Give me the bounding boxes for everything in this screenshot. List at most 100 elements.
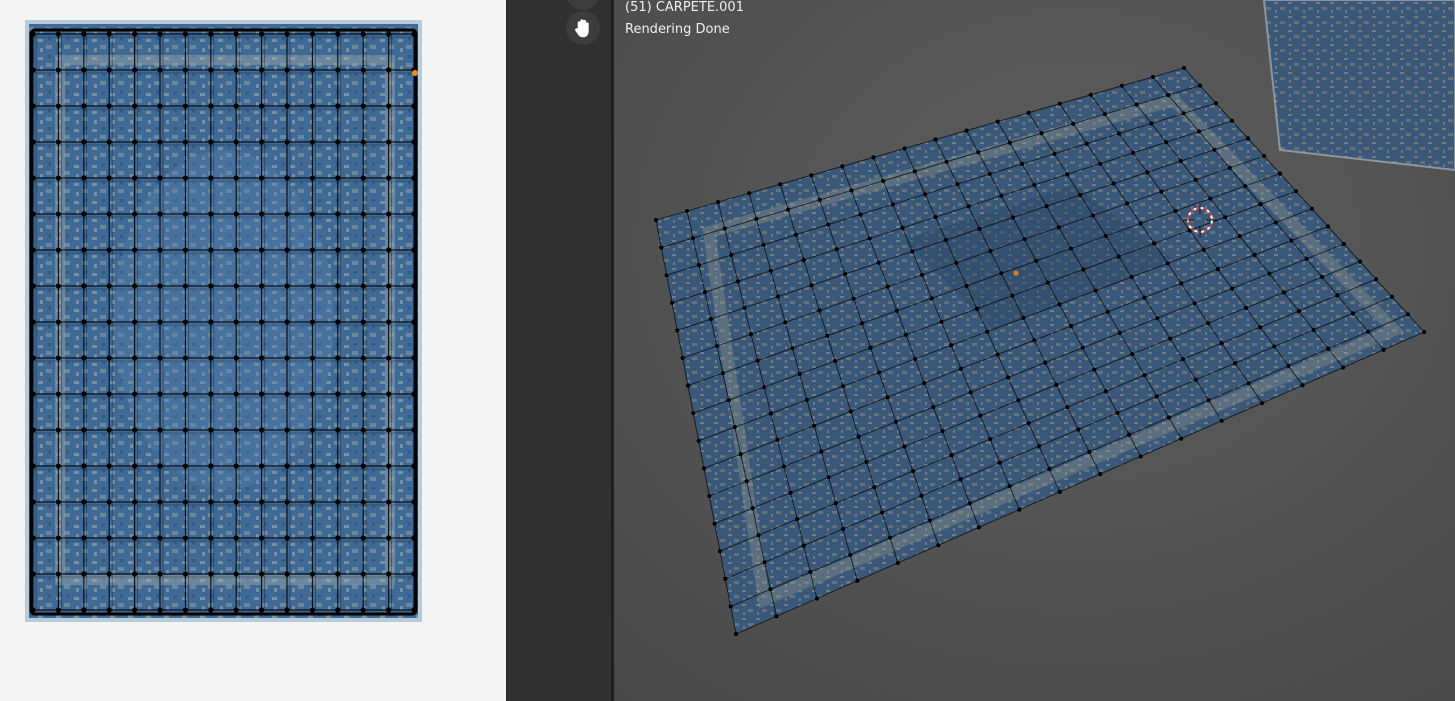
uv-vertex[interactable]	[55, 247, 62, 253]
uv-vertex[interactable]	[284, 319, 290, 325]
mesh-vertex[interactable]	[895, 560, 900, 566]
uv-vertex[interactable]	[259, 31, 265, 37]
uv-vertex[interactable]	[259, 607, 265, 613]
mesh-vertex[interactable]	[1227, 165, 1232, 170]
uv-vertex[interactable]	[233, 175, 239, 181]
mesh-vertex[interactable]	[742, 305, 747, 310]
uv-vertex[interactable]	[360, 571, 366, 577]
uv-vertex[interactable]	[157, 607, 163, 613]
mesh-vertex[interactable]	[675, 328, 680, 333]
mesh-vertex[interactable]	[1138, 221, 1143, 226]
uv-vertex[interactable]	[309, 283, 315, 289]
uv-vertex[interactable]	[106, 607, 112, 613]
uv-vertex[interactable]	[233, 535, 239, 541]
mesh-vertex[interactable]	[1267, 271, 1272, 276]
uv-vertex[interactable]	[259, 319, 265, 325]
mesh-vertex[interactable]	[1273, 220, 1279, 225]
mesh-vertex[interactable]	[680, 355, 685, 361]
mesh-vertex[interactable]	[1071, 121, 1076, 126]
mesh-vertex[interactable]	[691, 411, 696, 416]
mesh-vertex[interactable]	[840, 526, 846, 532]
mesh-vertex[interactable]	[864, 459, 869, 465]
mesh-vertex[interactable]	[910, 249, 915, 254]
mesh-vertex[interactable]	[1300, 383, 1305, 388]
uv-vertex[interactable]	[132, 175, 138, 181]
uv-vertex[interactable]	[360, 499, 366, 505]
mesh-vertex[interactable]	[1335, 293, 1340, 298]
mesh-vertex[interactable]	[1039, 131, 1044, 136]
mesh-vertex[interactable]	[781, 464, 787, 469]
mesh-vertex[interactable]	[1047, 466, 1052, 472]
mesh-vertex[interactable]	[1366, 329, 1371, 334]
uv-vertex[interactable]	[360, 283, 366, 289]
mesh-vertex[interactable]	[804, 397, 810, 402]
mesh-vertex[interactable]	[933, 137, 938, 142]
mesh-vertex[interactable]	[880, 510, 885, 515]
uv-vertex[interactable]	[360, 103, 366, 109]
uv-vertex[interactable]	[259, 211, 265, 217]
uv-vertex[interactable]	[55, 31, 62, 37]
uv-vertex[interactable]	[30, 463, 36, 469]
uv-vertex[interactable]	[182, 175, 188, 181]
uv-vertex[interactable]	[259, 391, 265, 397]
uv-vertex[interactable]	[411, 391, 417, 397]
uv-vertex[interactable]	[284, 103, 290, 109]
uv-vertex[interactable]	[157, 139, 163, 145]
mesh-vertex[interactable]	[783, 320, 788, 325]
uv-vertex[interactable]	[182, 607, 188, 613]
uv-vertex[interactable]	[30, 283, 36, 289]
mesh-vertex[interactable]	[722, 226, 727, 231]
mesh-vertex[interactable]	[893, 419, 899, 424]
mesh-vertex[interactable]	[988, 248, 993, 254]
uv-vertex[interactable]	[309, 31, 315, 37]
mesh-vertex[interactable]	[1197, 83, 1203, 88]
uv-vertex[interactable]	[360, 139, 366, 145]
uv-vertex[interactable]	[208, 139, 214, 145]
mesh-vertex[interactable]	[1246, 381, 1251, 386]
uv-vertex[interactable]	[208, 571, 214, 577]
mesh-vertex[interactable]	[1272, 344, 1277, 349]
mesh-vertex[interactable]	[902, 146, 907, 151]
uv-vertex[interactable]	[208, 535, 214, 541]
mesh-vertex[interactable]	[1036, 443, 1042, 449]
mesh-vertex[interactable]	[1032, 338, 1037, 343]
uv-vertex[interactable]	[284, 463, 290, 469]
uv-vertex[interactable]	[284, 571, 290, 577]
uv-vertex[interactable]	[233, 391, 239, 397]
mesh-vertex[interactable]	[750, 506, 755, 511]
mesh-vertex[interactable]	[900, 225, 905, 230]
uv-vertex[interactable]	[411, 103, 417, 109]
mesh-vertex[interactable]	[1022, 237, 1027, 242]
mesh-vertex[interactable]	[1286, 363, 1291, 369]
mesh-vertex[interactable]	[1389, 294, 1395, 299]
mesh-vertex[interactable]	[733, 631, 739, 637]
mesh-vertex[interactable]	[933, 215, 938, 220]
uv-vertex[interactable]	[55, 607, 62, 613]
mesh-vertex[interactable]	[944, 159, 949, 164]
uv-vertex[interactable]	[335, 535, 341, 541]
mesh-vertex[interactable]	[1138, 454, 1143, 459]
mesh-vertex[interactable]	[801, 257, 806, 263]
uv-vertex[interactable]	[208, 607, 214, 613]
uv-vertex[interactable]	[259, 427, 265, 433]
uv-vertex[interactable]	[259, 175, 265, 181]
uv-vertex[interactable]	[81, 319, 87, 325]
uv-vertex[interactable]	[335, 427, 341, 433]
mesh-vertex[interactable]	[958, 477, 963, 482]
uv-vertex[interactable]	[132, 535, 138, 541]
uv-vertex[interactable]	[106, 175, 112, 181]
mesh-vertex[interactable]	[1258, 325, 1263, 330]
uv-vertex[interactable]	[132, 607, 138, 613]
uv-vertex[interactable]	[157, 391, 163, 397]
uv-vertex[interactable]	[259, 571, 265, 577]
mesh-vertex[interactable]	[919, 272, 925, 277]
mesh-vertex[interactable]	[1142, 373, 1147, 378]
uv-vertex[interactable]	[132, 67, 138, 73]
mesh-vertex[interactable]	[825, 333, 830, 338]
uv-vertex[interactable]	[284, 355, 290, 361]
uv-vertex[interactable]	[309, 319, 315, 325]
uv-vertex[interactable]	[55, 355, 62, 361]
uv-vertex[interactable]	[30, 139, 36, 145]
mesh-vertex[interactable]	[1044, 204, 1049, 209]
mesh-vertex[interactable]	[1026, 421, 1031, 426]
